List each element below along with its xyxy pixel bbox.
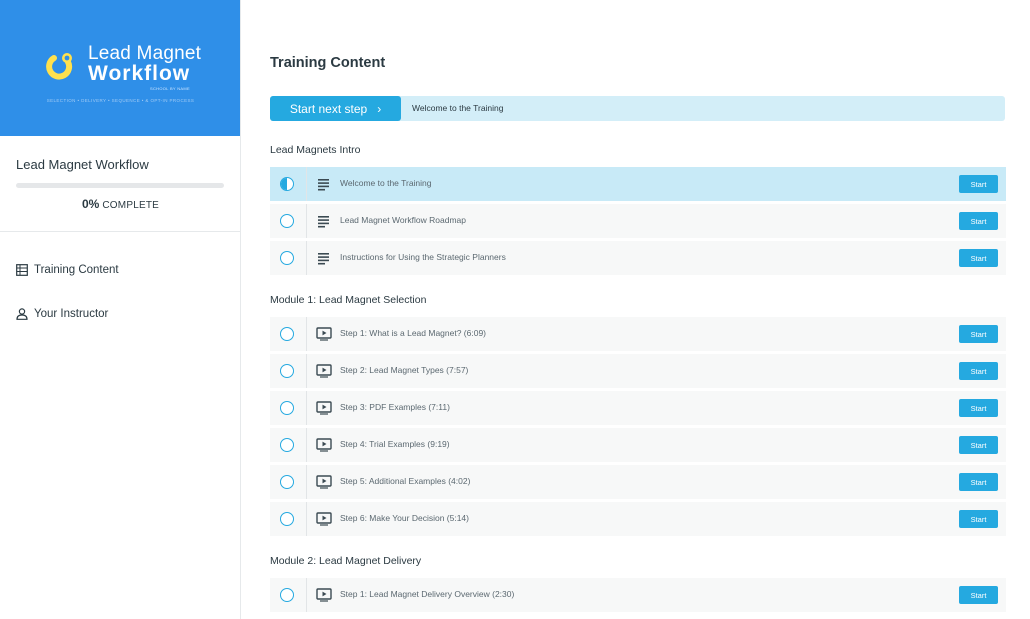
lesson-row[interactable]: Step 3: PDF Examples (7:11) Start <box>270 391 1006 425</box>
divider <box>306 578 307 612</box>
lesson-name: Welcome to the Training <box>340 178 432 188</box>
lesson-row[interactable]: Step 2: Lead Magnet Types (7:57) Start <box>270 354 1006 388</box>
lesson-name: Step 1: Lead Magnet Delivery Overview (2… <box>340 589 515 599</box>
lesson-name: Step 3: PDF Examples (7:11) <box>340 402 450 412</box>
lesson-row[interactable]: Lead Magnet Workflow Roadmap Start <box>270 204 1006 238</box>
lesson-name: Lead Magnet Workflow Roadmap <box>340 215 466 225</box>
not-started-status-icon <box>280 588 294 602</box>
chevron-right-icon: › <box>377 101 382 116</box>
lesson-row[interactable]: Step 6: Make Your Decision (5:14) Start <box>270 502 1006 536</box>
next-lesson-title: Welcome to the Training <box>412 103 504 113</box>
start-lesson-button[interactable]: Start <box>959 436 998 454</box>
divider <box>306 317 307 351</box>
video-lesson-icon <box>316 438 332 452</box>
video-lesson-icon <box>316 401 332 415</box>
not-started-status-icon <box>280 401 294 415</box>
lesson-row[interactable]: Welcome to the Training Start <box>270 167 1006 201</box>
video-lesson-icon <box>316 475 332 489</box>
divider <box>306 502 307 536</box>
divider <box>306 167 307 201</box>
lesson-name: Step 6: Make Your Decision (5:14) <box>340 513 469 523</box>
start-lesson-button[interactable]: Start <box>959 325 998 343</box>
text-lesson-icon <box>318 179 329 191</box>
sidebar-item-your-instructor[interactable]: Your Instructor <box>16 308 108 320</box>
text-lesson-icon <box>318 253 329 265</box>
sidebar-item-label: Your Instructor <box>34 308 109 320</box>
section-title: Module 2: Lead Magnet Delivery <box>270 555 422 567</box>
course-progress-bar <box>16 183 224 188</box>
start-lesson-button[interactable]: Start <box>959 586 998 604</box>
logo-byline: SCHOOL BY NAME <box>150 86 190 91</box>
in-progress-status-icon <box>280 177 294 191</box>
lesson-row[interactable]: Step 4: Trial Examples (9:19) Start <box>270 428 1006 462</box>
sidebar: Lead Magnet Workflow SCHOOL BY NAME SELE… <box>0 0 241 619</box>
start-lesson-button[interactable]: Start <box>959 510 998 528</box>
text-lesson-icon <box>318 216 329 228</box>
not-started-status-icon <box>280 327 294 341</box>
person-icon <box>16 308 28 320</box>
lesson-name: Step 5: Additional Examples (4:02) <box>340 476 471 486</box>
logo-title-line2: Workflow <box>88 62 191 85</box>
start-lesson-button[interactable]: Start <box>959 175 998 193</box>
logo-tagline: SELECTION • DELIVERY • SEQUENCE • & OPT-… <box>46 98 195 103</box>
lesson-name: Step 2: Lead Magnet Types (7:57) <box>340 365 469 375</box>
magnet-logo-icon <box>46 53 73 80</box>
lesson-row[interactable]: Step 1: What is a Lead Magnet? (6:09) St… <box>270 317 1006 351</box>
lesson-name: Step 1: What is a Lead Magnet? (6:09) <box>340 328 487 338</box>
divider <box>306 428 307 462</box>
start-next-step-button[interactable]: Start next step › <box>270 96 401 121</box>
start-next-step-label: Start next step <box>289 101 368 116</box>
progress-label: COMPLETE <box>102 200 160 211</box>
sidebar-item-label: Training Content <box>34 264 119 276</box>
section-title: Lead Magnets Intro <box>270 144 361 156</box>
next-step-bar: Start next step › Welcome to the Trainin… <box>270 96 1005 121</box>
divider <box>306 391 307 425</box>
not-started-status-icon <box>280 438 294 452</box>
sidebar-item-training-content[interactable]: Training Content <box>16 264 119 276</box>
page-title: Training Content <box>270 55 386 71</box>
lesson-row[interactable]: Instructions for Using the Strategic Pla… <box>270 241 1006 275</box>
progress-text: 0% COMPLETE <box>0 197 241 211</box>
not-started-status-icon <box>280 364 294 378</box>
course-logo-banner[interactable]: Lead Magnet Workflow SCHOOL BY NAME SELE… <box>0 0 240 136</box>
lesson-name: Instructions for Using the Strategic Pla… <box>340 252 506 262</box>
video-lesson-icon <box>316 364 332 378</box>
not-started-status-icon <box>280 251 294 265</box>
start-lesson-button[interactable]: Start <box>959 249 998 267</box>
video-lesson-icon <box>316 588 332 602</box>
not-started-status-icon <box>280 512 294 526</box>
start-lesson-button[interactable]: Start <box>959 473 998 491</box>
start-lesson-button[interactable]: Start <box>959 362 998 380</box>
progress-percent: 0% <box>81 197 100 211</box>
section-title: Module 1: Lead Magnet Selection <box>270 294 427 306</box>
sidebar-divider <box>0 231 241 232</box>
course-title: Lead Magnet Workflow <box>16 157 149 172</box>
table-of-contents-icon <box>16 264 28 276</box>
start-lesson-button[interactable]: Start <box>959 399 998 417</box>
video-lesson-icon <box>316 327 332 341</box>
start-lesson-button[interactable]: Start <box>959 212 998 230</box>
divider <box>306 241 307 275</box>
divider <box>306 354 307 388</box>
not-started-status-icon <box>280 214 294 228</box>
divider <box>306 465 307 499</box>
lesson-row[interactable]: Step 1: Lead Magnet Delivery Overview (2… <box>270 578 1006 612</box>
video-lesson-icon <box>316 512 332 526</box>
divider <box>306 204 307 238</box>
lesson-row[interactable]: Step 5: Additional Examples (4:02) Start <box>270 465 1006 499</box>
lesson-name: Step 4: Trial Examples (9:19) <box>340 439 450 449</box>
not-started-status-icon <box>280 475 294 489</box>
